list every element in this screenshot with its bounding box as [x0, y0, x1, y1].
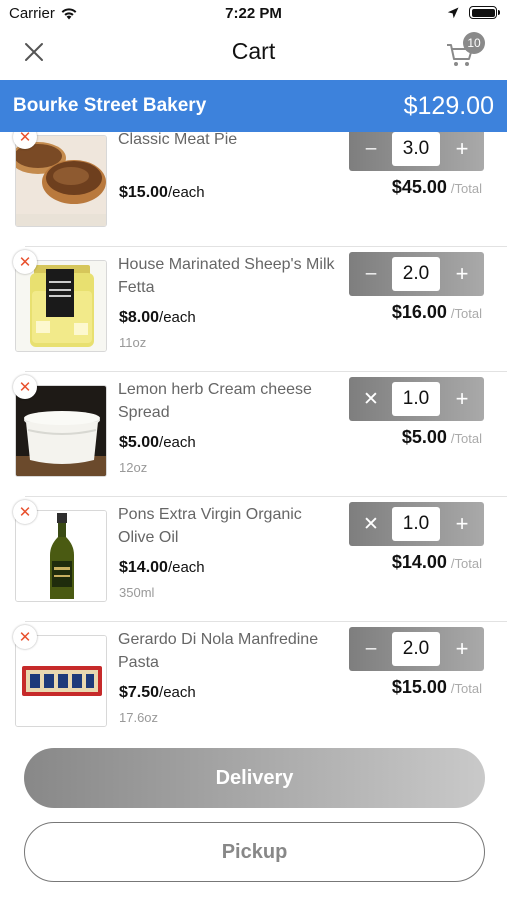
status-bar: Carrier 7:22 PM — [0, 0, 507, 28]
remove-item-button[interactable]: ✕ — [13, 375, 37, 399]
cart-item: ✕ Classic Meat Pie $15.00/each – 3.0 + $… — [0, 132, 507, 247]
product-image-fetta-jar — [15, 260, 107, 352]
decrease-quantity-button[interactable]: – — [349, 252, 393, 296]
quantity-stepper: ✕ 1.0 + — [349, 502, 484, 546]
quantity-value: 3.0 — [392, 132, 440, 166]
delivery-button[interactable]: Delivery — [24, 748, 485, 808]
product-image-pasta — [15, 635, 107, 727]
item-name: Classic Meat Pie — [118, 132, 238, 148]
quantity-stepper: ✕ 1.0 + — [349, 377, 484, 421]
cheese-tub-image — [16, 386, 106, 476]
quantity-stepper: – 3.0 + — [349, 132, 484, 171]
item-name: Gerardo Di Nola Manfredine Pasta — [118, 631, 319, 671]
store-total: $129.00 — [403, 92, 494, 120]
item-size: 12oz — [119, 460, 148, 475]
increase-quantity-button[interactable]: + — [440, 132, 484, 171]
product-image-meat-pie — [15, 135, 107, 227]
item-price: $5.00/each — [119, 434, 196, 451]
cart-item: ✕ House Marinated Sheep's Milk Fetta $8.… — [0, 247, 507, 372]
increase-quantity-button[interactable]: + — [440, 627, 484, 671]
battery-icon — [469, 6, 500, 19]
cart-count-badge: 10 — [463, 32, 485, 54]
product-image-cheese-tub — [15, 385, 107, 477]
increase-quantity-button[interactable]: + — [440, 377, 484, 421]
page-title: Cart — [231, 38, 276, 64]
fetta-jar-image — [16, 261, 106, 351]
cart-item: ✕ Lemon herb Cream cheese Spread $5.00/e… — [0, 372, 507, 497]
item-size: 350ml — [119, 585, 155, 600]
increase-quantity-button[interactable]: + — [440, 252, 484, 296]
store-header: Bourke Street Bakery $129.00 — [0, 80, 507, 132]
line-total: $15.00/Total — [391, 677, 482, 697]
item-price: $15.00/each — [119, 184, 205, 201]
remove-quantity-button[interactable]: ✕ — [349, 502, 393, 546]
quantity-value: 2.0 — [392, 257, 440, 291]
cart-item: ✕ Gerardo Di Nola Manfredine Pasta $7.50… — [0, 622, 507, 738]
quantity-value: 1.0 — [392, 382, 440, 416]
quantity-value: 1.0 — [392, 507, 440, 541]
remove-item-button[interactable]: ✕ — [13, 500, 37, 524]
cart-item-list: ✕ Classic Meat Pie $15.00/each – 3.0 + $… — [0, 132, 507, 738]
remove-item-button[interactable]: ✕ — [13, 625, 37, 649]
increase-quantity-button[interactable]: + — [440, 502, 484, 546]
line-total: $16.00/Total — [391, 302, 482, 322]
cart-button[interactable]: 10 — [445, 32, 485, 68]
location-arrow-icon — [447, 7, 459, 18]
decrease-quantity-button[interactable]: – — [349, 132, 393, 171]
product-image-olive-oil — [15, 510, 107, 602]
item-size: 17.6oz — [119, 710, 159, 725]
clock: 7:22 PM — [225, 5, 282, 22]
remove-item-button[interactable]: ✕ — [13, 250, 37, 274]
item-name: Pons Extra Virgin Organic Olive Oil — [118, 506, 302, 546]
cart-item: ✕ Pons Extra Virgin Organic Olive Oil $1… — [0, 497, 507, 622]
item-name: Lemon herb Cream cheese Spread — [118, 381, 312, 421]
item-price: $7.50/each — [119, 684, 196, 701]
quantity-stepper: – 2.0 + — [349, 252, 484, 296]
pickup-button[interactable]: Pickup — [24, 822, 485, 882]
nav-bar: Cart 10 — [0, 28, 507, 78]
quantity-value: 2.0 — [392, 632, 440, 666]
remove-quantity-button[interactable]: ✕ — [349, 377, 393, 421]
item-price: $8.00/each — [119, 309, 196, 326]
line-total: $14.00/Total — [391, 552, 482, 572]
quantity-stepper: – 2.0 + — [349, 627, 484, 671]
pasta-box-image — [16, 636, 106, 726]
item-price: $14.00/each — [119, 559, 205, 576]
meat-pie-image — [16, 136, 106, 226]
store-name: Bourke Street Bakery — [13, 95, 207, 116]
line-total: $45.00/Total — [391, 177, 482, 197]
line-total: $5.00/Total — [401, 427, 482, 447]
item-size: 11oz — [119, 335, 147, 350]
olive-oil-bottle-image — [16, 511, 106, 601]
item-name: House Marinated Sheep's Milk Fetta — [118, 256, 335, 296]
decrease-quantity-button[interactable]: – — [349, 627, 393, 671]
